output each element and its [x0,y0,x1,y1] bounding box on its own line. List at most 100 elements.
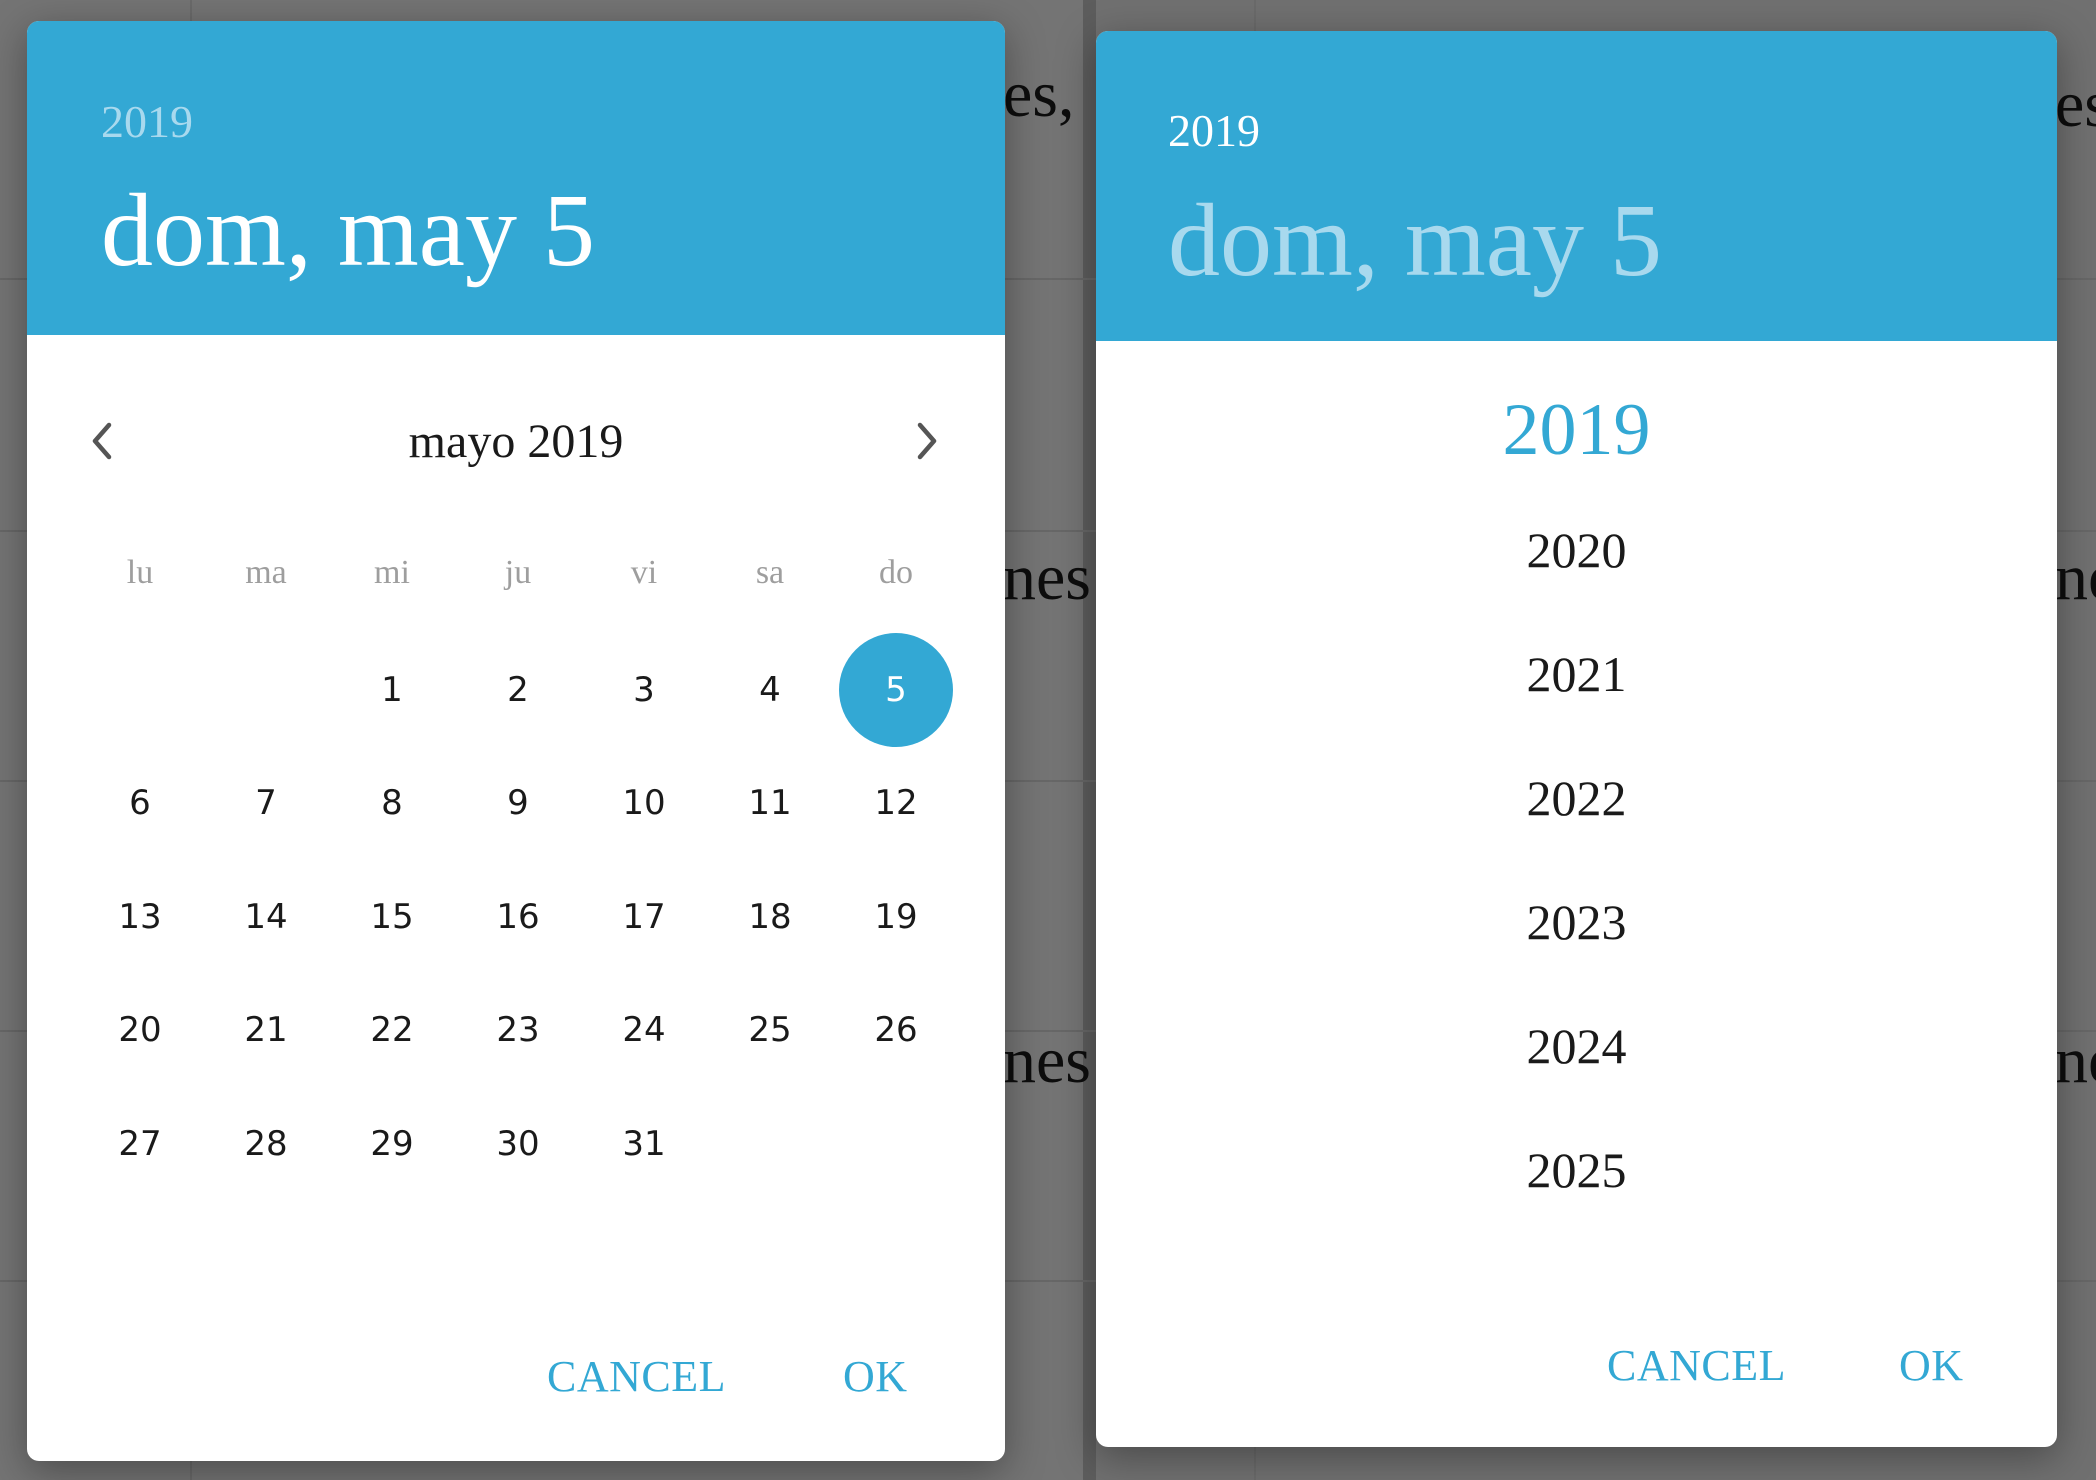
ok-button[interactable]: OK [843,1355,908,1399]
calendar-days-grid: 1 2 3 4 5 6 7 8 9 10 11 12 13 14 15 16 17 18 19 20 21 22 23 24 2… [77,632,959,1201]
year-item[interactable]: 2023 [1096,897,2057,947]
year-picker-dialog: 2019 dom, may 5 2019 2020 2021 2022 2023… [1096,31,2057,1447]
day-cell: 23 [455,974,581,1088]
day-button[interactable]: 30 [461,1087,575,1201]
day-cell: 2 [455,633,581,747]
day-button[interactable]: 14 [209,860,323,974]
day-cell [203,633,329,747]
day-button[interactable]: 26 [839,973,953,1087]
header-date-button[interactable]: dom, may 5 [1168,189,1662,293]
day-button[interactable]: 19 [839,860,953,974]
day-button[interactable]: 21 [209,973,323,1087]
day-cell: 19 [833,860,959,974]
weekday-label: mi [374,554,410,591]
day-button[interactable]: 15 [335,860,449,974]
day-button[interactable]: 12 [839,746,953,860]
day-button[interactable]: 8 [335,746,449,860]
year-picker-header: 2019 dom, may 5 [1096,31,2057,341]
day-button[interactable]: 10 [587,746,701,860]
weekday-label: lu [126,554,154,591]
background-text: nes [1003,541,1091,614]
day-cell: 31 [581,1087,707,1201]
weekday-label: ju [504,554,532,591]
header-date-button[interactable]: dom, may 5 [101,179,595,283]
month-title: mayo 2019 [408,415,624,468]
day-cell: 13 [77,860,203,974]
day-cell: 22 [329,974,455,1088]
weekday-label: sa [755,554,785,591]
day-button[interactable]: 3 [587,633,701,747]
header-year-button[interactable]: 2019 [101,99,193,145]
day-cell: 14 [203,860,329,974]
year-item-selected[interactable]: 2019 [1096,393,2057,467]
day-button[interactable]: 23 [461,973,575,1087]
day-button[interactable]: 24 [587,973,701,1087]
day-cell: 10 [581,747,707,861]
day-button[interactable]: 13 [83,860,197,974]
day-cell: 27 [77,1087,203,1201]
day-cell: 6 [77,747,203,861]
day-button[interactable]: 9 [461,746,575,860]
day-cell: 17 [581,860,707,974]
day-button[interactable]: 28 [209,1087,323,1201]
day-button[interactable]: 2 [461,633,575,747]
day-button[interactable]: 18 [713,860,827,974]
month-navigation: mayo 2019 [27,406,1005,486]
day-button[interactable]: 16 [461,860,575,974]
year-item[interactable]: 2020 [1096,525,2057,575]
background-text: nes [1003,1024,1091,1097]
day-button[interactable]: 22 [335,973,449,1087]
day-button[interactable]: 31 [587,1087,701,1201]
day-cell: 26 [833,974,959,1088]
day-cell: 7 [203,747,329,861]
day-button[interactable]: 25 [713,973,827,1087]
background-text: ne [2055,541,2096,614]
day-button[interactable]: 29 [335,1087,449,1201]
day-button[interactable]: 6 [83,746,197,860]
ok-button[interactable]: OK [1899,1344,1964,1388]
day-cell: 15 [329,860,455,974]
header-year-button[interactable]: 2019 [1168,108,1260,154]
weekday-label: do [879,554,913,591]
cancel-button[interactable]: CANCEL [547,1355,726,1399]
cancel-button[interactable]: CANCEL [1607,1344,1786,1388]
day-button[interactable]: 17 [587,860,701,974]
day-button[interactable]: 7 [209,746,323,860]
weekday-label: vi [630,554,658,591]
date-picker-header: 2019 dom, may 5 [27,21,1005,335]
day-button[interactable]: 1 [335,633,449,747]
year-item[interactable]: 2022 [1096,773,2057,823]
year-item[interactable]: 2025 [1096,1145,2057,1195]
year-list[interactable]: 2019 2020 2021 2022 2023 2024 2025 [1096,341,2057,1301]
day-button[interactable]: 27 [83,1087,197,1201]
day-button[interactable]: 20 [83,973,197,1087]
day-cell: 29 [329,1087,455,1201]
day-cell [77,633,203,747]
background-text: es, [1003,58,1075,131]
date-picker-dialog: 2019 dom, may 5 mayo 2019 lu ma mi ju vi… [27,21,1005,1461]
day-cell: 21 [203,974,329,1088]
year-item[interactable]: 2021 [1096,649,2057,699]
day-cell: 18 [707,860,833,974]
day-cell: 9 [455,747,581,861]
background-text: es [2055,68,2096,141]
background-text: ne [2055,1024,2096,1097]
day-button[interactable]: 4 [713,633,827,747]
day-cell: 24 [581,974,707,1088]
day-cell: 1 [329,633,455,747]
day-button[interactable]: 11 [713,746,827,860]
chevron-right-icon [917,422,937,460]
day-cell [707,1087,833,1201]
day-cell: 28 [203,1087,329,1201]
day-button-selected[interactable]: 5 [839,632,953,747]
day-cell: 4 [707,633,833,747]
day-cell: 11 [707,747,833,861]
day-cell: 20 [77,974,203,1088]
day-cell: 30 [455,1087,581,1201]
day-cell: 16 [455,860,581,974]
year-item[interactable]: 2024 [1096,1021,2057,1071]
day-cell: 5 [833,632,959,747]
day-cell: 8 [329,747,455,861]
next-month-button[interactable] [902,416,952,466]
day-cell: 12 [833,747,959,861]
